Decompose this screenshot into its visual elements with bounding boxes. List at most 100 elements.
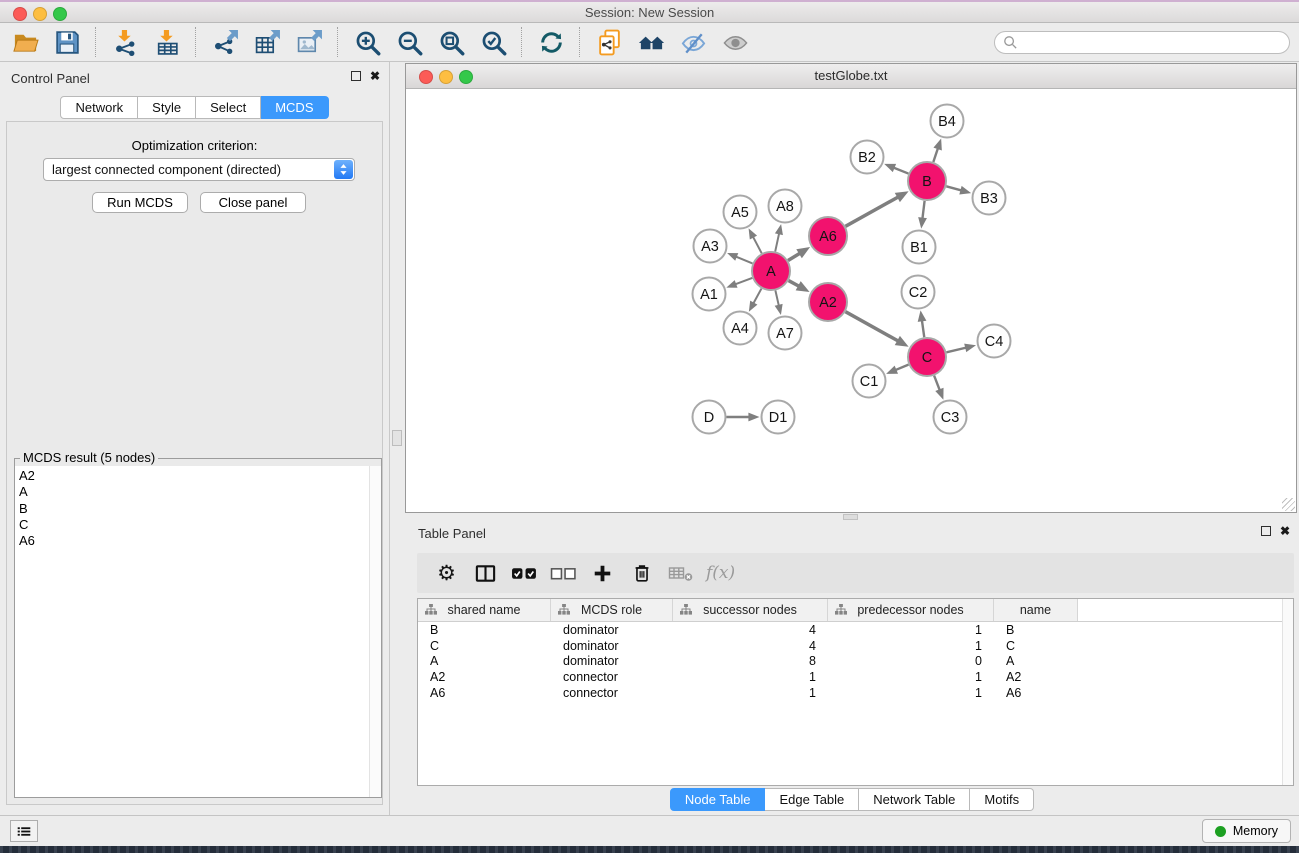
close-panel-icon[interactable]: ✖ <box>370 71 380 81</box>
graph-node-B4[interactable]: B4 <box>931 105 964 138</box>
import-network-button[interactable] <box>104 25 146 59</box>
show-panels-list-button[interactable] <box>10 820 38 842</box>
graph-edge-A-A8[interactable] <box>775 233 779 251</box>
zoom-out-button[interactable] <box>388 25 430 59</box>
close-panel-button[interactable]: Close panel <box>200 192 306 213</box>
table-row[interactable]: A2connector11A2 <box>418 669 1293 685</box>
mcds-list-scrollbar[interactable] <box>369 466 381 797</box>
graph-node-B[interactable]: B <box>908 162 946 200</box>
destroy-table-button[interactable] <box>661 556 700 590</box>
graph-node-C1[interactable]: C1 <box>853 365 886 398</box>
tab-select[interactable]: Select <box>196 96 261 119</box>
graph-node-B1[interactable]: B1 <box>903 231 936 264</box>
network-window-titlebar[interactable]: testGlobe.txt <box>406 64 1296 89</box>
graph-node-A[interactable]: A <box>752 252 790 290</box>
column-header-shared-name[interactable]: shared name <box>418 599 551 621</box>
tab-style[interactable]: Style <box>138 96 196 119</box>
graph-node-B3[interactable]: B3 <box>973 182 1006 215</box>
mcds-result-item[interactable]: C <box>19 517 369 533</box>
graph-edge-A-A1[interactable] <box>735 278 752 284</box>
search-input[interactable] <box>1022 35 1289 51</box>
graph-node-A2[interactable]: A2 <box>809 283 847 321</box>
select-all-button[interactable] <box>505 556 544 590</box>
graph-node-A5[interactable]: A5 <box>724 196 757 229</box>
hide-selected-button[interactable] <box>672 25 714 59</box>
graph-edge-A-A6[interactable] <box>788 253 800 260</box>
graph-node-C2[interactable]: C2 <box>902 276 935 309</box>
graph-edge-B-B1[interactable] <box>922 201 924 219</box>
zoom-fit-button[interactable] <box>430 25 472 59</box>
table-row[interactable]: Bdominator41B <box>418 622 1293 638</box>
first-neighbors-button[interactable] <box>630 25 672 59</box>
memory-button[interactable]: Memory <box>1202 819 1291 843</box>
table-scrollbar[interactable] <box>1282 599 1293 785</box>
network-graph[interactable]: AA1A2A3A4A5A6A7A8BB1B2B3B4CC1C2C3C4DD1 <box>406 89 1296 512</box>
tab-network-table[interactable]: Network Table <box>859 788 970 811</box>
close-panel-icon[interactable]: ✖ <box>1280 526 1290 536</box>
graph-edge-C-C4[interactable] <box>946 348 966 353</box>
column-header-name[interactable]: name <box>994 599 1078 621</box>
search-box[interactable] <box>994 31 1290 54</box>
graph-node-A3[interactable]: A3 <box>694 230 727 263</box>
refresh-view-button[interactable] <box>530 25 572 59</box>
graph-node-A1[interactable]: A1 <box>693 278 726 311</box>
graph-edge-C-C1[interactable] <box>895 365 908 370</box>
graph-node-A6[interactable]: A6 <box>809 217 847 255</box>
tab-edge-table[interactable]: Edge Table <box>765 788 859 811</box>
show-all-button[interactable] <box>714 25 756 59</box>
table-row[interactable]: Cdominator41C <box>418 638 1293 654</box>
graph-node-C[interactable]: C <box>908 338 946 376</box>
tab-motifs[interactable]: Motifs <box>970 788 1034 811</box>
graph-edge-B-B2[interactable] <box>894 168 909 174</box>
mcds-result-item[interactable]: A <box>19 484 369 500</box>
column-header-predecessor-nodes[interactable]: predecessor nodes <box>828 599 994 621</box>
graph-edge-B-B3[interactable] <box>946 186 961 190</box>
graph-node-D[interactable]: D <box>693 401 726 434</box>
open-session-button[interactable] <box>4 25 46 59</box>
column-layout-button[interactable] <box>466 556 505 590</box>
graph-edge-A-A3[interactable] <box>736 257 753 264</box>
export-table-button[interactable] <box>246 25 288 59</box>
table-row[interactable]: A6connector11A6 <box>418 685 1293 701</box>
export-network-button[interactable] <box>204 25 246 59</box>
add-column-button[interactable] <box>583 556 622 590</box>
graph-edge-A-A2[interactable] <box>789 281 799 287</box>
delete-column-button[interactable] <box>622 556 661 590</box>
tab-node-table[interactable]: Node Table <box>670 788 766 811</box>
export-image-button[interactable] <box>288 25 330 59</box>
deselect-all-button[interactable] <box>544 556 583 590</box>
save-session-button[interactable] <box>46 25 88 59</box>
graph-edge-C-C2[interactable] <box>922 320 924 337</box>
graph-node-A4[interactable]: A4 <box>724 312 757 345</box>
vertical-splitter-grip[interactable] <box>392 430 402 446</box>
tab-mcds[interactable]: MCDS <box>261 96 328 119</box>
graph-edge-A-A7[interactable] <box>775 291 778 306</box>
mcds-result-item[interactable]: A2 <box>19 468 369 484</box>
graph-node-C3[interactable]: C3 <box>934 401 967 434</box>
criterion-dropdown[interactable]: largest connected component (directed) <box>43 158 355 181</box>
zoom-selected-button[interactable] <box>472 25 514 59</box>
graph-edge-A2-C[interactable] <box>845 312 898 341</box>
graph-node-C4[interactable]: C4 <box>978 325 1011 358</box>
float-panel-icon[interactable] <box>351 71 361 81</box>
graph-edge-C-C3[interactable] <box>934 376 940 391</box>
copy-current-style-button[interactable] <box>588 25 630 59</box>
float-panel-icon[interactable] <box>1261 526 1271 536</box>
graph-node-B2[interactable]: B2 <box>851 141 884 174</box>
graph-edge-B-B4[interactable] <box>933 148 938 162</box>
zoom-in-button[interactable] <box>346 25 388 59</box>
table-settings-button[interactable]: ⚙ <box>427 556 466 590</box>
mcds-result-item[interactable]: B <box>19 501 369 517</box>
equation-builder-button[interactable]: f(x) <box>700 556 735 590</box>
mcds-result-item[interactable]: A6 <box>19 533 369 549</box>
graph-edge-A-A5[interactable] <box>753 237 762 254</box>
column-header-successor-nodes[interactable]: successor nodes <box>673 599 828 621</box>
window-resize-grip[interactable] <box>1282 498 1295 511</box>
import-table-button[interactable] <box>146 25 188 59</box>
graph-edge-A6-B[interactable] <box>845 197 898 226</box>
tab-network[interactable]: Network <box>60 96 138 119</box>
table-row[interactable]: Adominator80A <box>418 654 1293 670</box>
graph-edge-A-A4[interactable] <box>753 289 761 304</box>
run-mcds-button[interactable]: Run MCDS <box>92 192 188 213</box>
graph-node-A7[interactable]: A7 <box>769 317 802 350</box>
